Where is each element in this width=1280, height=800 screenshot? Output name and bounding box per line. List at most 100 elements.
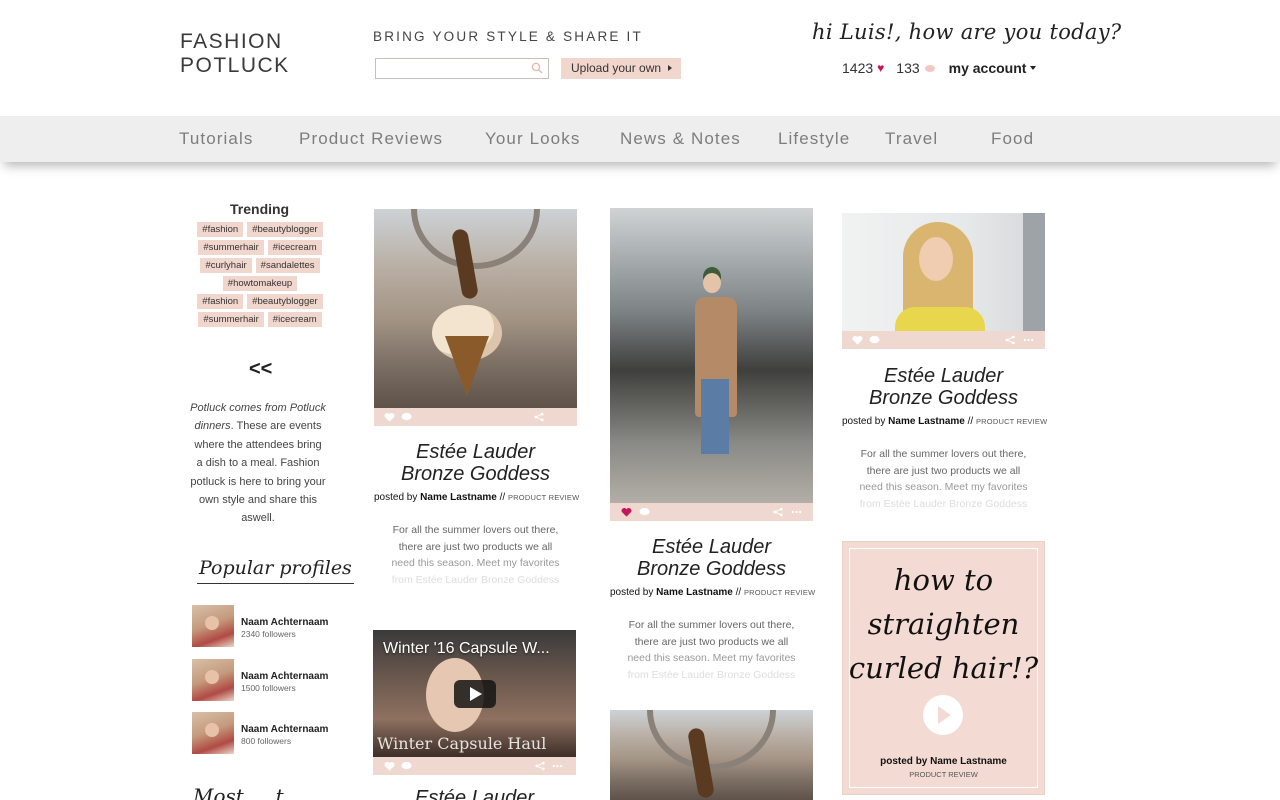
byline-separator: // <box>496 492 508 503</box>
post-actions-bar <box>842 331 1045 349</box>
post-title[interactable]: Estée Lauder <box>373 787 576 800</box>
heart-icon[interactable] <box>384 761 395 771</box>
avatar <box>192 605 234 647</box>
author-link[interactable]: Name Lastname <box>420 492 497 503</box>
post-byline: posted by Name Lastname // PRODUCT REVIE… <box>842 416 1047 427</box>
jeans-shape <box>701 379 730 455</box>
profile-name: Naam Achternaam <box>241 617 329 628</box>
video-thumbnail[interactable]: Winter '16 Capsule W... Winter Capsule H… <box>373 630 576 757</box>
tutorial-title: how to straighten curled hair!? <box>843 558 1044 690</box>
tag[interactable]: #beautyblogger <box>247 222 323 237</box>
upload-button[interactable]: Upload your own <box>561 58 681 79</box>
more-icon[interactable] <box>552 761 563 771</box>
tag[interactable]: #beautyblogger <box>247 294 323 309</box>
tag[interactable]: #summerhair <box>198 240 264 255</box>
about-text: Potluck comes from Potluck dinners. Thes… <box>190 399 326 528</box>
my-account-menu[interactable]: my account <box>949 60 1037 76</box>
post-card[interactable]: Estée Lauder Bronze Goddess posted by Na… <box>610 208 815 688</box>
excerpt-line: need this season. Meet my favorites <box>391 557 560 569</box>
post-actions-bar <box>373 757 576 775</box>
comment-icon[interactable] <box>401 412 412 422</box>
post-category[interactable]: PRODUCT REVIEW <box>744 588 815 597</box>
likes-count: 1423 <box>842 60 874 76</box>
tag-row: #summerhair #icecream <box>189 240 331 255</box>
tag[interactable]: #howtomakeup <box>222 276 298 291</box>
author-link[interactable]: Name Lastname <box>888 416 965 427</box>
author-link[interactable]: Name Lastname <box>656 587 733 598</box>
share-icon[interactable] <box>535 761 546 771</box>
post-image[interactable] <box>374 209 577 408</box>
post-title[interactable]: Estée Lauder Bronze Goddess <box>610 536 813 580</box>
more-icon[interactable] <box>791 507 802 517</box>
site-logo[interactable]: FASHION POTLUCK <box>180 30 290 78</box>
share-icon[interactable] <box>773 507 784 517</box>
excerpt-line: there are just two products we all <box>866 464 1021 477</box>
arch-shape <box>646 710 777 770</box>
nav-product-reviews[interactable]: Product Reviews <box>299 129 443 149</box>
post-category[interactable]: PRODUCT REVIEW <box>976 417 1047 426</box>
tag-row: #summerhair #icecream <box>189 312 331 327</box>
nav-news-notes[interactable]: News & Notes <box>620 129 741 149</box>
play-icon[interactable] <box>453 679 496 708</box>
nav-your-looks[interactable]: Your Looks <box>485 129 580 149</box>
share-icon[interactable] <box>1005 335 1016 345</box>
profile-followers: 2340 followers <box>241 629 296 639</box>
comment-icon[interactable] <box>924 64 935 72</box>
profile-followers: 800 followers <box>241 736 292 746</box>
post-image[interactable] <box>610 710 813 800</box>
post-byline: posted by Name Lastname // PRODUCT REVIE… <box>374 492 579 503</box>
tag[interactable]: #sandalettes <box>255 258 320 273</box>
heart-icon[interactable] <box>384 412 395 422</box>
profile-name: Naam Achternaam <box>241 671 329 682</box>
tag[interactable]: #summerhair <box>198 312 264 327</box>
heart-icon[interactable] <box>621 507 632 517</box>
back-arrows-icon[interactable]: << <box>249 358 272 381</box>
search-input[interactable] <box>376 59 526 79</box>
profile-item[interactable]: Naam Achternaam 1500 followers <box>192 659 352 701</box>
video-card[interactable]: Winter '16 Capsule W... Winter Capsule H… <box>373 630 576 800</box>
tag[interactable]: #fashion <box>197 294 244 309</box>
tag[interactable]: #curlyhair <box>200 258 252 273</box>
play-icon[interactable] <box>923 695 963 735</box>
post-image[interactable] <box>842 213 1045 331</box>
arch-shape <box>410 209 541 269</box>
byline-separator: // <box>732 587 744 598</box>
post-actions-bar <box>374 408 577 426</box>
profile-item[interactable]: Naam Achternaam 2340 followers <box>192 605 352 647</box>
nav-lifestyle[interactable]: Lifestyle <box>778 129 850 149</box>
more-icon[interactable] <box>1023 335 1034 345</box>
chevron-down-icon <box>1030 66 1037 70</box>
comment-icon[interactable] <box>401 761 412 771</box>
site-tagline: BRING YOUR STYLE & SHARE IT <box>373 29 643 44</box>
post-image[interactable] <box>610 208 813 503</box>
tutorial-category[interactable]: PRODUCT REVIEW <box>843 770 1044 779</box>
tutorial-byline: posted by Name Lastname <box>880 756 1007 767</box>
popular-profiles-title: Popular profiles <box>197 557 354 584</box>
head-shape <box>703 272 722 293</box>
post-title[interactable]: Estée Lauder Bronze Goddess <box>842 365 1045 409</box>
nav-tutorials[interactable]: Tutorials <box>179 129 253 149</box>
heart-icon[interactable]: ♥ <box>877 61 884 75</box>
post-category[interactable]: PRODUCT REVIEW <box>508 493 579 502</box>
post-card[interactable]: Estée Lauder Bronze Goddess posted by Na… <box>374 209 579 599</box>
comment-icon[interactable] <box>639 507 650 517</box>
comment-icon[interactable] <box>869 335 880 345</box>
profile-item[interactable]: Naam Achternaam 800 followers <box>192 712 352 754</box>
post-card[interactable]: Estée Lauder Bronze Goddess posted by Na… <box>842 213 1047 513</box>
about-lead: Potluck comes from <box>190 402 287 414</box>
post-card[interactable] <box>610 710 813 800</box>
tag[interactable]: #icecream <box>267 240 322 255</box>
search-icon[interactable] <box>531 62 543 74</box>
excerpt-line: need this season. Meet my favorites <box>627 652 796 664</box>
nav-travel[interactable]: Travel <box>885 129 938 149</box>
post-title[interactable]: Estée Lauder Bronze Goddess <box>374 441 577 485</box>
share-icon[interactable] <box>534 412 545 422</box>
tag[interactable]: #icecream <box>267 312 322 327</box>
tag[interactable]: #fashion <box>197 222 244 237</box>
tutorial-card[interactable]: how to straighten curled hair!? posted b… <box>842 541 1045 795</box>
nav-food[interactable]: Food <box>991 129 1034 149</box>
excerpt-line: For all the summer lovers out there, <box>392 524 559 536</box>
tag-row: #curlyhair #sandalettes <box>189 258 331 273</box>
excerpt-line: need this season. Meet my favorites <box>859 481 1028 493</box>
heart-icon[interactable] <box>852 335 863 345</box>
